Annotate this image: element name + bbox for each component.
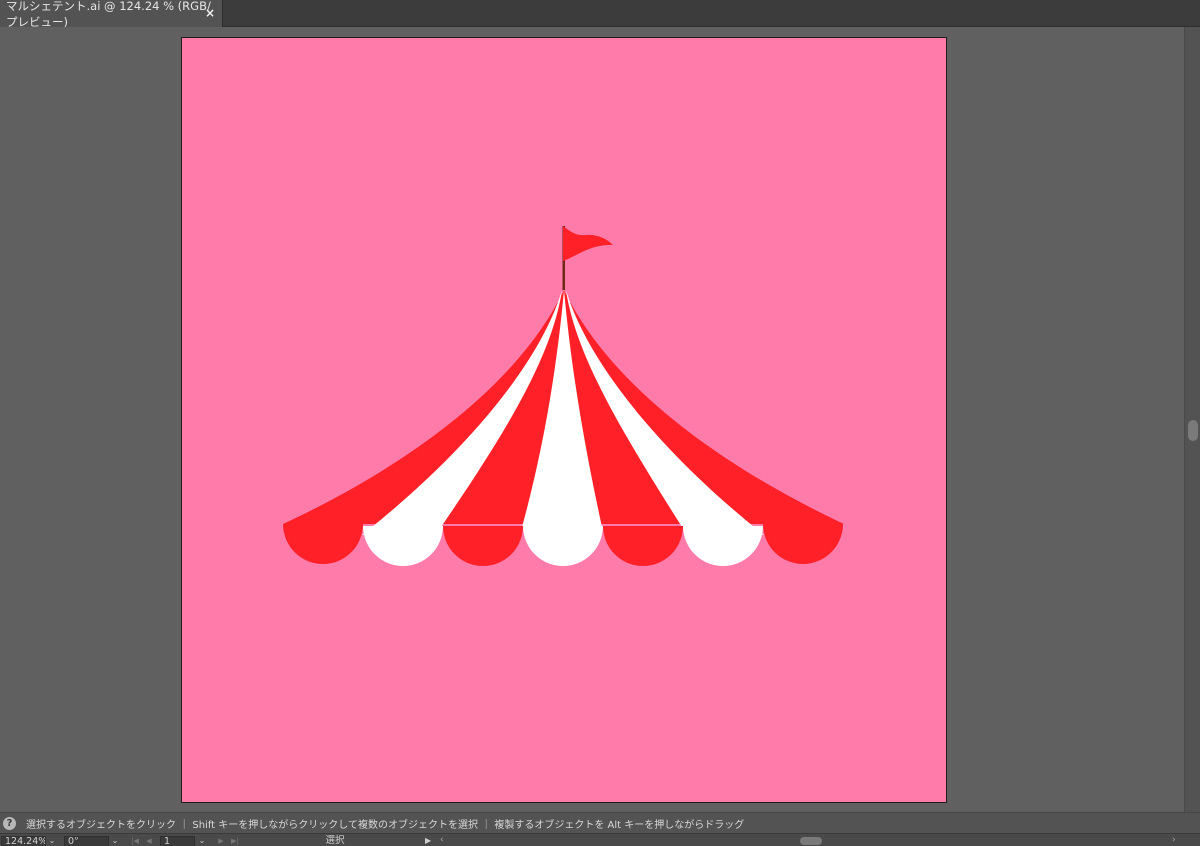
status-hint-bar: ? 選択するオブジェクトをクリック ｜ Shift キーを押しながらクリックして…	[0, 812, 1200, 833]
next-artboard-icon[interactable]: ▶	[216, 836, 226, 846]
horizontal-scrollbar[interactable]: ‹ ›	[438, 835, 1184, 846]
horizontal-scroll-thumb[interactable]	[800, 837, 822, 845]
zoom-dropdown-icon[interactable]: ⌄	[46, 836, 58, 846]
artboard[interactable]	[181, 37, 947, 803]
document-tab[interactable]: マルシェテント.ai @ 124.24 % (RGB/プレビュー) ×	[0, 0, 223, 29]
first-artboard-icon[interactable]: |◀	[130, 836, 140, 846]
bottom-controls-bar: 124.24% ⌄ 0° ⌄ |◀ ◀ 1 ⌄ ▶ ▶| 選択 ▶ ‹ ›	[0, 833, 1200, 846]
current-tool-label[interactable]: 選択	[250, 836, 420, 846]
scroll-right-icon[interactable]: ›	[1172, 835, 1176, 846]
status-menu-icon[interactable]: ▶	[425, 836, 435, 846]
vertical-scrollbar[interactable]	[1184, 27, 1200, 812]
rotation-dropdown-icon[interactable]: ⌄	[109, 836, 121, 846]
document-tab-title: マルシェテント.ai @ 124.24 % (RGB/プレビュー)	[6, 0, 211, 29]
help-icon[interactable]: ?	[3, 816, 16, 830]
previous-artboard-icon[interactable]: ◀	[144, 836, 154, 846]
close-tab-icon[interactable]: ×	[204, 6, 216, 20]
scroll-left-icon[interactable]: ‹	[440, 835, 444, 846]
zoom-field[interactable]: 124.24%	[1, 836, 46, 846]
canvas-area[interactable]	[0, 27, 1184, 812]
artboard-number-field[interactable]: 1	[160, 836, 195, 846]
tent-illustration[interactable]	[182, 38, 946, 802]
rotation-field[interactable]: 0°	[64, 836, 109, 846]
vertical-scroll-thumb[interactable]	[1188, 420, 1198, 441]
illustrator-window: マルシェテント.ai @ 124.24 % (RGB/プレビュー) × ? 選択…	[0, 0, 1200, 846]
last-artboard-icon[interactable]: ▶|	[230, 836, 240, 846]
artboard-dropdown-icon[interactable]: ⌄	[196, 836, 208, 846]
document-tab-bar: マルシェテント.ai @ 124.24 % (RGB/プレビュー) ×	[0, 0, 1200, 29]
status-hint-text: 選択するオブジェクトをクリック ｜ Shift キーを押しながらクリックして複数…	[26, 819, 745, 831]
